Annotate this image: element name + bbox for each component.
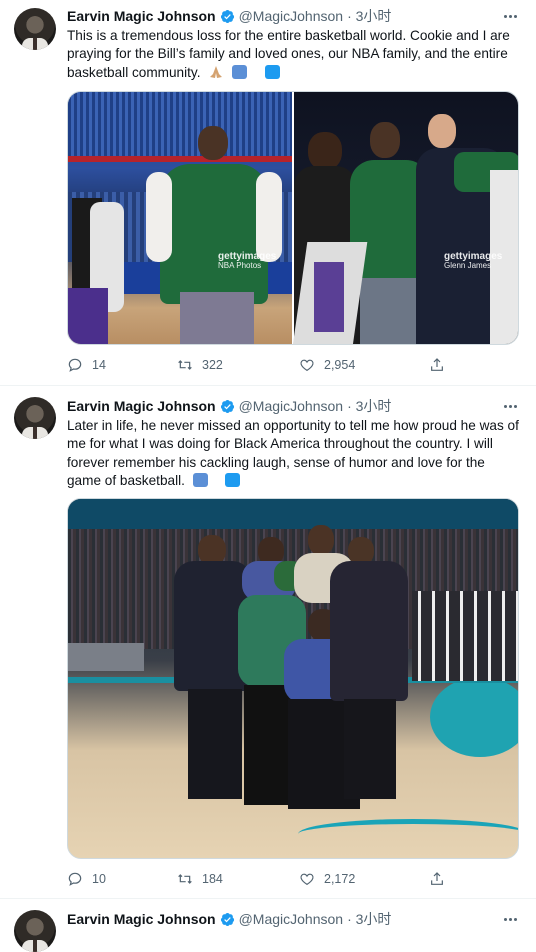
watermark: gettyimages NBA Photos: [218, 251, 277, 271]
reply-icon: [68, 872, 82, 886]
heart-icon: [300, 873, 314, 886]
retweet-button[interactable]: 322: [177, 357, 223, 373]
heart-icon: [300, 359, 314, 372]
reply-button[interactable]: 10: [67, 871, 106, 887]
tweet-header: Earvin Magic Johnson @MagicJohnson · 3小时: [67, 396, 391, 416]
author-avatar[interactable]: [14, 910, 56, 952]
more-dots-icon[interactable]: [502, 8, 518, 24]
translate-icon[interactable]: [264, 64, 280, 79]
tweet-actions: 14 322 2,954: [67, 357, 447, 375]
author-name[interactable]: Earvin Magic Johnson: [67, 911, 216, 927]
verified-badge-icon: [220, 9, 234, 23]
reply-button[interactable]: 14: [67, 357, 106, 373]
share-icon: [431, 872, 443, 885]
reply-icon: [68, 358, 82, 372]
like-button[interactable]: 2,954: [299, 357, 355, 373]
share-icon: [431, 358, 443, 371]
verified-badge-icon: [220, 399, 234, 413]
photo-right[interactable]: gettyimages Glenn James: [292, 92, 518, 344]
author-avatar[interactable]: [14, 397, 56, 439]
tweet-1[interactable]: Earvin Magic Johnson @MagicJohnson · 3小时…: [0, 0, 536, 386]
author-handle[interactable]: @MagicJohnson: [239, 398, 344, 414]
retweet-icon: [178, 360, 192, 370]
tweet-media[interactable]: [67, 498, 519, 859]
retweet-button[interactable]: 184: [177, 871, 223, 887]
translate-icon[interactable]: [225, 472, 241, 487]
tweet-timestamp[interactable]: · 3小时: [347, 909, 391, 929]
like-button[interactable]: 2,172: [299, 871, 355, 887]
tweet-text: Later in life, he never missed an opport…: [67, 418, 519, 488]
tweet-media-grid[interactable]: gettyimages NBA Photos gettyimages Glenn J…: [67, 91, 519, 345]
praying-hands-icon: [210, 65, 223, 78]
translate-icon[interactable]: [192, 472, 208, 487]
translate-icon[interactable]: [232, 64, 248, 79]
tweet-timestamp[interactable]: · 3小时: [347, 396, 391, 416]
more-dots-icon[interactable]: [502, 911, 518, 927]
tweet-text: This is a tremendous loss for the entire…: [67, 28, 510, 80]
tweet-2[interactable]: Earvin Magic Johnson @MagicJohnson · 3小时…: [0, 387, 536, 899]
tweet-header: Earvin Magic Johnson @MagicJohnson · 3小时: [67, 6, 391, 26]
tweet-header: Earvin Magic Johnson @MagicJohnson · 3小时: [67, 909, 391, 929]
share-button[interactable]: [429, 357, 445, 373]
more-dots-icon[interactable]: [502, 398, 518, 414]
author-handle[interactable]: @MagicJohnson: [239, 911, 344, 927]
tweet-timestamp[interactable]: · 3小时: [347, 6, 391, 26]
watermark: gettyimages Glenn James: [444, 251, 503, 271]
author-name[interactable]: Earvin Magic Johnson: [67, 8, 216, 24]
tweet-3[interactable]: Earvin Magic Johnson @MagicJohnson · 3小时: [0, 900, 536, 952]
author-handle[interactable]: @MagicJohnson: [239, 8, 344, 24]
photo-left[interactable]: gettyimages NBA Photos: [68, 92, 292, 344]
retweet-icon: [178, 874, 192, 884]
share-button[interactable]: [429, 871, 445, 887]
tweet-actions: 10 184 2,172: [67, 871, 447, 889]
verified-badge-icon: [220, 912, 234, 926]
author-avatar[interactable]: [14, 8, 56, 50]
author-name[interactable]: Earvin Magic Johnson: [67, 398, 216, 414]
